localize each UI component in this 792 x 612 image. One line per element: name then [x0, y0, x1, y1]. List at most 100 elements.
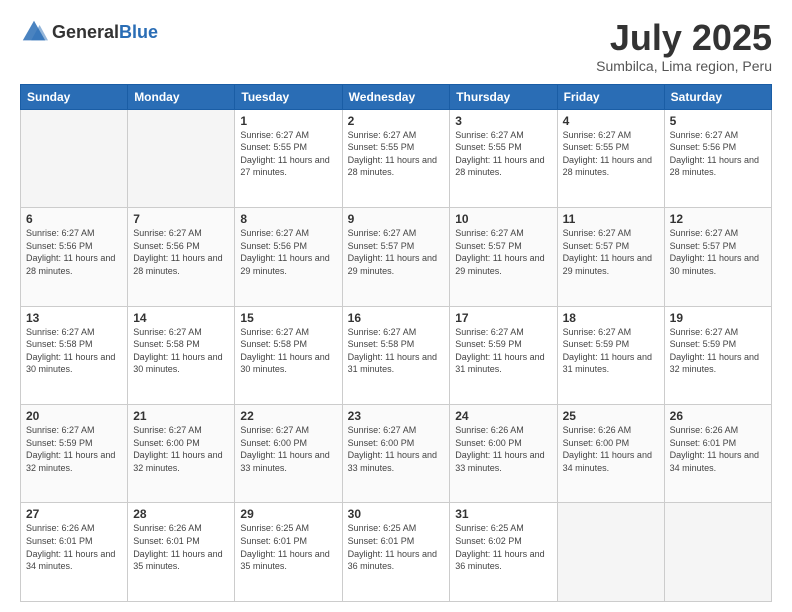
day-info: Sunrise: 6:27 AMSunset: 5:55 PMDaylight:…: [240, 129, 336, 179]
day-info: Sunrise: 6:26 AMSunset: 6:01 PMDaylight:…: [133, 522, 229, 572]
column-header-tuesday: Tuesday: [235, 84, 342, 109]
subtitle: Sumbilca, Lima region, Peru: [596, 58, 772, 74]
day-number: 23: [348, 409, 445, 423]
column-header-saturday: Saturday: [664, 84, 771, 109]
day-info: Sunrise: 6:27 AMSunset: 5:55 PMDaylight:…: [563, 129, 659, 179]
day-number: 25: [563, 409, 659, 423]
day-number: 28: [133, 507, 229, 521]
calendar-table: SundayMondayTuesdayWednesdayThursdayFrid…: [20, 84, 772, 602]
column-header-monday: Monday: [128, 84, 235, 109]
day-number: 18: [563, 311, 659, 325]
day-info: Sunrise: 6:27 AMSunset: 5:59 PMDaylight:…: [563, 326, 659, 376]
day-info: Sunrise: 6:26 AMSunset: 6:00 PMDaylight:…: [563, 424, 659, 474]
day-info: Sunrise: 6:27 AMSunset: 5:55 PMDaylight:…: [455, 129, 551, 179]
day-number: 15: [240, 311, 336, 325]
calendar-day-cell: 19Sunrise: 6:27 AMSunset: 5:59 PMDayligh…: [664, 306, 771, 404]
calendar-day-cell: 28Sunrise: 6:26 AMSunset: 6:01 PMDayligh…: [128, 503, 235, 602]
day-info: Sunrise: 6:27 AMSunset: 5:56 PMDaylight:…: [26, 227, 122, 277]
calendar-day-cell: 5Sunrise: 6:27 AMSunset: 5:56 PMDaylight…: [664, 109, 771, 207]
day-number: 12: [670, 212, 766, 226]
calendar-week-row: 6Sunrise: 6:27 AMSunset: 5:56 PMDaylight…: [21, 208, 772, 306]
calendar-day-cell: 6Sunrise: 6:27 AMSunset: 5:56 PMDaylight…: [21, 208, 128, 306]
calendar-day-cell: 15Sunrise: 6:27 AMSunset: 5:58 PMDayligh…: [235, 306, 342, 404]
calendar-day-cell: 4Sunrise: 6:27 AMSunset: 5:55 PMDaylight…: [557, 109, 664, 207]
logo-general-text: General: [52, 22, 119, 43]
day-info: Sunrise: 6:27 AMSunset: 5:56 PMDaylight:…: [670, 129, 766, 179]
calendar-header-row: SundayMondayTuesdayWednesdayThursdayFrid…: [21, 84, 772, 109]
calendar-day-cell: 21Sunrise: 6:27 AMSunset: 6:00 PMDayligh…: [128, 405, 235, 503]
calendar-day-cell: 23Sunrise: 6:27 AMSunset: 6:00 PMDayligh…: [342, 405, 450, 503]
calendar-day-cell: 26Sunrise: 6:26 AMSunset: 6:01 PMDayligh…: [664, 405, 771, 503]
day-info: Sunrise: 6:27 AMSunset: 5:57 PMDaylight:…: [455, 227, 551, 277]
day-info: Sunrise: 6:25 AMSunset: 6:02 PMDaylight:…: [455, 522, 551, 572]
day-number: 1: [240, 114, 336, 128]
day-info: Sunrise: 6:27 AMSunset: 5:57 PMDaylight:…: [348, 227, 445, 277]
calendar-day-cell: 1Sunrise: 6:27 AMSunset: 5:55 PMDaylight…: [235, 109, 342, 207]
day-number: 10: [455, 212, 551, 226]
calendar-week-row: 20Sunrise: 6:27 AMSunset: 5:59 PMDayligh…: [21, 405, 772, 503]
day-number: 11: [563, 212, 659, 226]
main-title: July 2025: [596, 18, 772, 58]
day-info: Sunrise: 6:27 AMSunset: 5:57 PMDaylight:…: [670, 227, 766, 277]
column-header-friday: Friday: [557, 84, 664, 109]
day-number: 13: [26, 311, 122, 325]
day-number: 9: [348, 212, 445, 226]
calendar-day-cell: 7Sunrise: 6:27 AMSunset: 5:56 PMDaylight…: [128, 208, 235, 306]
day-number: 26: [670, 409, 766, 423]
day-number: 14: [133, 311, 229, 325]
day-info: Sunrise: 6:26 AMSunset: 6:00 PMDaylight:…: [455, 424, 551, 474]
calendar-day-cell: 10Sunrise: 6:27 AMSunset: 5:57 PMDayligh…: [450, 208, 557, 306]
calendar-day-cell: 20Sunrise: 6:27 AMSunset: 5:59 PMDayligh…: [21, 405, 128, 503]
day-info: Sunrise: 6:27 AMSunset: 5:58 PMDaylight:…: [240, 326, 336, 376]
header: General Blue July 2025 Sumbilca, Lima re…: [20, 18, 772, 74]
column-header-sunday: Sunday: [21, 84, 128, 109]
day-number: 17: [455, 311, 551, 325]
calendar-day-cell: [128, 109, 235, 207]
calendar-day-cell: 25Sunrise: 6:26 AMSunset: 6:00 PMDayligh…: [557, 405, 664, 503]
day-number: 22: [240, 409, 336, 423]
calendar-day-cell: 17Sunrise: 6:27 AMSunset: 5:59 PMDayligh…: [450, 306, 557, 404]
day-number: 4: [563, 114, 659, 128]
page: General Blue July 2025 Sumbilca, Lima re…: [0, 0, 792, 612]
calendar-day-cell: 24Sunrise: 6:26 AMSunset: 6:00 PMDayligh…: [450, 405, 557, 503]
logo-icon: [20, 18, 48, 46]
calendar-day-cell: 8Sunrise: 6:27 AMSunset: 5:56 PMDaylight…: [235, 208, 342, 306]
day-number: 7: [133, 212, 229, 226]
day-number: 3: [455, 114, 551, 128]
calendar-week-row: 1Sunrise: 6:27 AMSunset: 5:55 PMDaylight…: [21, 109, 772, 207]
calendar-day-cell: 12Sunrise: 6:27 AMSunset: 5:57 PMDayligh…: [664, 208, 771, 306]
calendar-day-cell: 22Sunrise: 6:27 AMSunset: 6:00 PMDayligh…: [235, 405, 342, 503]
calendar-day-cell: 2Sunrise: 6:27 AMSunset: 5:55 PMDaylight…: [342, 109, 450, 207]
calendar-day-cell: 9Sunrise: 6:27 AMSunset: 5:57 PMDaylight…: [342, 208, 450, 306]
day-info: Sunrise: 6:25 AMSunset: 6:01 PMDaylight:…: [348, 522, 445, 572]
logo-blue-text: Blue: [119, 22, 158, 43]
day-number: 29: [240, 507, 336, 521]
day-number: 19: [670, 311, 766, 325]
calendar-week-row: 13 Sunrise: 6:27 AMSunset: 5:58 PMDayligh…: [21, 306, 772, 404]
calendar-day-cell: 18Sunrise: 6:27 AMSunset: 5:59 PMDayligh…: [557, 306, 664, 404]
day-info: Sunrise: 6:27 AMSunset: 5:58 PMDaylight:…: [133, 326, 229, 376]
day-number: 24: [455, 409, 551, 423]
day-info: Sunrise: 6:27 AMSunset: 5:55 PMDaylight:…: [348, 129, 445, 179]
day-number: 2: [348, 114, 445, 128]
day-number: 21: [133, 409, 229, 423]
title-block: July 2025 Sumbilca, Lima region, Peru: [596, 18, 772, 74]
calendar-week-row: 27Sunrise: 6:26 AMSunset: 6:01 PMDayligh…: [21, 503, 772, 602]
calendar-day-cell: [664, 503, 771, 602]
day-info: Sunrise: 6:25 AMSunset: 6:01 PMDaylight:…: [240, 522, 336, 572]
logo: General Blue: [20, 18, 158, 46]
column-header-thursday: Thursday: [450, 84, 557, 109]
calendar-day-cell: 16Sunrise: 6:27 AMSunset: 5:58 PMDayligh…: [342, 306, 450, 404]
day-number: 5: [670, 114, 766, 128]
day-info: Sunrise: 6:27 AMSunset: 5:59 PMDaylight:…: [670, 326, 766, 376]
day-number: 30: [348, 507, 445, 521]
calendar-day-cell: 31Sunrise: 6:25 AMSunset: 6:02 PMDayligh…: [450, 503, 557, 602]
calendar-day-cell: [557, 503, 664, 602]
day-info: Sunrise: 6:26 AMSunset: 6:01 PMDaylight:…: [26, 522, 122, 572]
calendar-day-cell: 30Sunrise: 6:25 AMSunset: 6:01 PMDayligh…: [342, 503, 450, 602]
day-number: 16: [348, 311, 445, 325]
day-info: Sunrise: 6:26 AMSunset: 6:01 PMDaylight:…: [670, 424, 766, 474]
day-info: Sunrise: 6:27 AMSunset: 5:56 PMDaylight:…: [240, 227, 336, 277]
day-number: 27: [26, 507, 122, 521]
calendar-day-cell: 29Sunrise: 6:25 AMSunset: 6:01 PMDayligh…: [235, 503, 342, 602]
